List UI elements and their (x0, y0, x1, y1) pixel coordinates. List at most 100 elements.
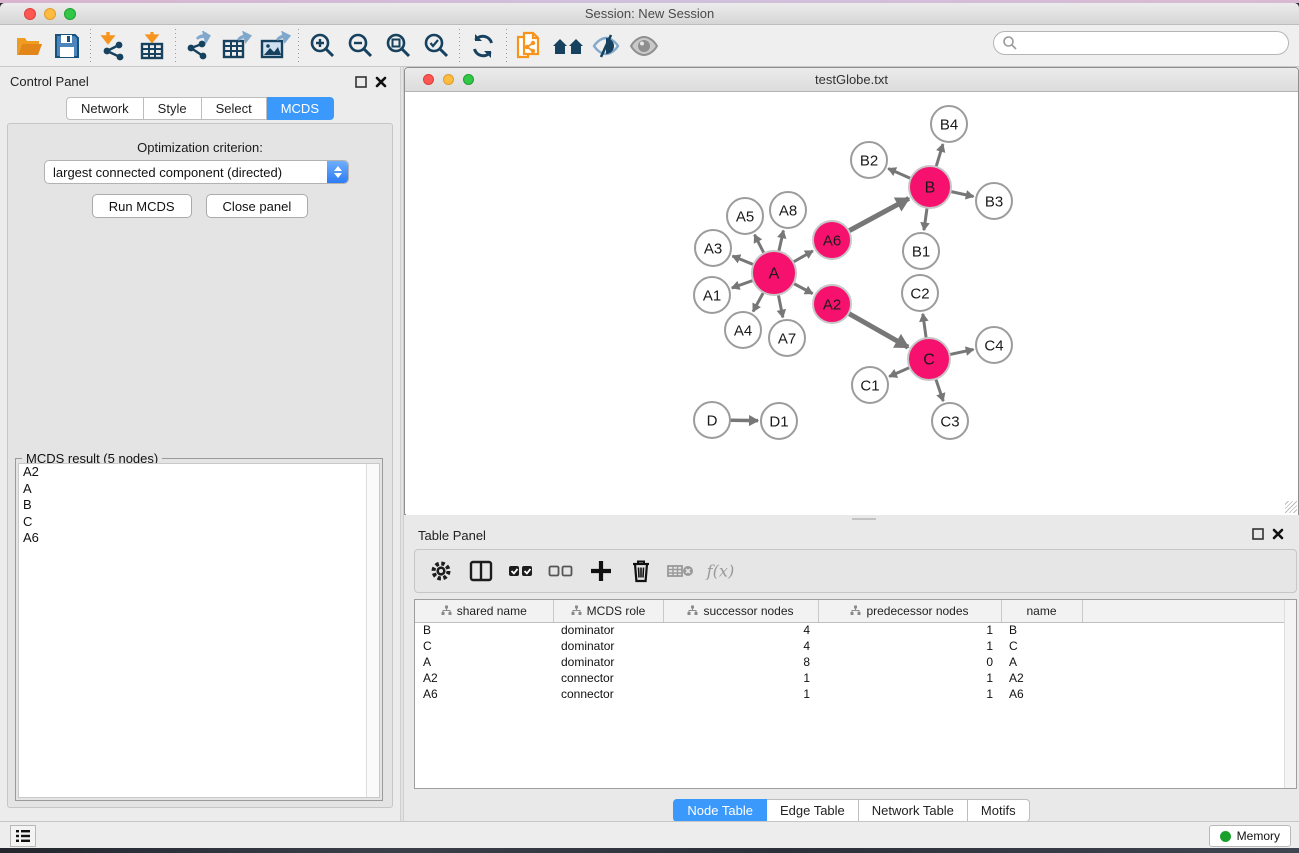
node-label-B: B (925, 180, 936, 197)
toggle-graphics-details-icon[interactable] (587, 28, 625, 64)
svg-text:f(x): f(x) (706, 561, 735, 580)
search-input[interactable] (993, 31, 1289, 55)
tab-network[interactable]: Network (66, 97, 144, 120)
panel-splitter-horizontal[interactable] (404, 515, 1299, 523)
network-minimize-button[interactable] (443, 74, 454, 85)
delete-column-icon[interactable] (623, 553, 659, 589)
column-header-predecessor-nodes[interactable]: predecessor nodes (818, 600, 1001, 622)
float-table-panel-icon[interactable] (1251, 527, 1265, 541)
function-builder-icon[interactable]: f(x) (703, 553, 739, 589)
delete-table-icon[interactable] (663, 553, 699, 589)
toolbar-separator (459, 29, 460, 63)
tab-network-table[interactable]: Network Table (859, 799, 968, 822)
mcds-result-groupbox: MCDS result (5 nodes) A2ABCA6 (15, 458, 383, 801)
float-panel-icon[interactable] (354, 75, 368, 89)
node-label-A4: A4 (734, 322, 752, 339)
table-row[interactable]: A2connector11A2 (415, 670, 1296, 686)
node-label-A2: A2 (823, 296, 841, 313)
search-icon (1002, 35, 1018, 51)
birds-eye-view-icon[interactable] (625, 28, 663, 64)
refresh-icon[interactable] (464, 28, 502, 64)
column-header-successor-nodes[interactable]: successor nodes (663, 600, 818, 622)
import-network-icon[interactable] (95, 28, 133, 64)
add-column-icon[interactable] (583, 553, 619, 589)
column-header-shared-name[interactable]: shared name (415, 600, 553, 622)
node-label-B1: B1 (912, 243, 930, 260)
mcds-panel: Optimization criterion: largest connecte… (7, 123, 393, 808)
network-canvas[interactable]: AA1A3A5A8A4A7A6A2BB2B4B3B1CC2C4C1C3DD1 (406, 92, 1298, 515)
mcds-result-item[interactable]: A2 (19, 464, 379, 481)
close-table-panel-icon[interactable] (1271, 527, 1285, 541)
mcds-result-item[interactable]: C (19, 514, 379, 531)
export-table-icon[interactable] (218, 28, 256, 64)
open-folder-icon[interactable] (10, 28, 48, 64)
network-zoom-button[interactable] (463, 74, 474, 85)
network-snapshot-icon[interactable] (511, 28, 549, 64)
zoom-selected-icon[interactable] (417, 28, 455, 64)
node-label-B3: B3 (985, 193, 1003, 210)
table-scrollbar[interactable] (1284, 600, 1296, 788)
close-panel-icon[interactable] (374, 75, 388, 89)
table-tabs: Node TableEdge TableNetwork TableMotifs (404, 799, 1299, 822)
zoom-fit-icon[interactable] (379, 28, 417, 64)
node-table[interactable]: shared nameMCDS rolesuccessor nodesprede… (414, 599, 1297, 789)
toolbar-separator (90, 29, 91, 63)
control-panel-tabs: Network Style Select MCDS (0, 97, 400, 120)
status-bar: Memory (0, 821, 1299, 848)
memory-button[interactable]: Memory (1209, 825, 1291, 847)
node-label-A8: A8 (779, 202, 797, 219)
column-header-MCDS-role[interactable]: MCDS role (553, 600, 663, 622)
network-window-titlebar: testGlobe.txt (405, 68, 1298, 92)
list-scrollbar[interactable] (366, 464, 379, 797)
window-resize-grip[interactable] (1285, 501, 1297, 513)
home-icon[interactable] (549, 28, 587, 64)
mcds-result-list[interactable]: A2ABCA6 (18, 463, 380, 798)
mcds-result-item[interactable]: A6 (19, 530, 379, 547)
node-label-C3: C3 (940, 413, 959, 430)
run-mcds-button[interactable]: Run MCDS (92, 194, 192, 218)
tab-motifs[interactable]: Motifs (968, 799, 1030, 822)
zoom-window-button[interactable] (64, 8, 76, 20)
minimize-window-button[interactable] (44, 8, 56, 20)
node-label-D1: D1 (769, 413, 788, 430)
zoom-out-icon[interactable] (341, 28, 379, 64)
node-label-C2: C2 (910, 285, 929, 302)
network-window-title: testGlobe.txt (405, 68, 1298, 91)
node-label-C4: C4 (984, 337, 1003, 354)
mcds-result-item[interactable]: B (19, 497, 379, 514)
tab-style[interactable]: Style (144, 97, 202, 120)
toolbar-separator (506, 29, 507, 63)
network-graph[interactable]: AA1A3A5A8A4A7A6A2BB2B4B3B1CC2C4C1C3DD1 (406, 92, 1298, 515)
node-label-A6: A6 (823, 232, 841, 249)
window-titlebar: Session: New Session (0, 3, 1299, 25)
node-label-A1: A1 (703, 287, 721, 304)
column-header-name[interactable]: name (1001, 600, 1082, 622)
export-network-icon[interactable] (180, 28, 218, 64)
node-label-A3: A3 (704, 240, 722, 257)
tab-edge-table[interactable]: Edge Table (767, 799, 859, 822)
close-window-button[interactable] (24, 8, 36, 20)
node-label-A5: A5 (736, 208, 754, 225)
save-icon[interactable] (48, 28, 86, 64)
mcds-result-item[interactable]: A (19, 481, 379, 498)
table-row[interactable]: Bdominator41B (415, 622, 1296, 638)
task-history-button[interactable] (10, 825, 36, 847)
table-row[interactable]: Cdominator41C (415, 638, 1296, 654)
gear-icon[interactable] (423, 553, 459, 589)
select-all-icon[interactable] (503, 553, 539, 589)
tab-mcds[interactable]: MCDS (267, 97, 334, 120)
zoom-in-icon[interactable] (303, 28, 341, 64)
tab-select[interactable]: Select (202, 97, 267, 120)
table-panel-header: Table Panel (404, 523, 1299, 547)
split-columns-icon[interactable] (463, 553, 499, 589)
import-table-icon[interactable] (133, 28, 171, 64)
table-row[interactable]: Adominator80A (415, 654, 1296, 670)
criterion-select[interactable]: largest connected component (directed) (44, 160, 349, 184)
table-row[interactable]: A6connector11A6 (415, 686, 1296, 702)
node-label-C: C (923, 352, 935, 369)
deselect-all-icon[interactable] (543, 553, 579, 589)
close-panel-button[interactable]: Close panel (206, 194, 309, 218)
tab-node-table[interactable]: Node Table (673, 799, 767, 822)
export-image-icon[interactable] (256, 28, 294, 64)
network-close-button[interactable] (423, 74, 434, 85)
